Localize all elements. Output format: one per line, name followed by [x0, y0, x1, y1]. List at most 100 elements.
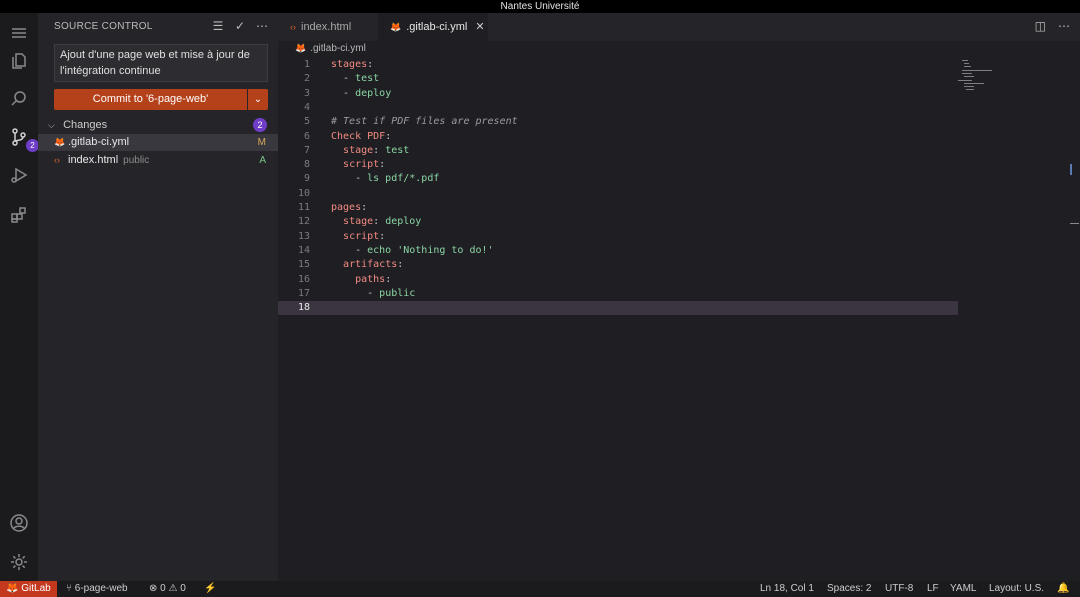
more-actions-icon[interactable]: ⋯: [1058, 19, 1070, 33]
keyboard-layout[interactable]: Layout: U.S.: [989, 581, 1044, 597]
run-debug-icon[interactable]: [7, 163, 31, 187]
panel-actions: ☰ ✓ ⋯: [212, 19, 268, 33]
added-status: A: [259, 155, 266, 166]
indentation[interactable]: Spaces: 2: [827, 581, 871, 597]
explorer-icon[interactable]: [7, 49, 31, 73]
warning-icon: ⚠: [168, 583, 178, 594]
commit-button[interactable]: Commit to '6-page-web': [54, 89, 247, 110]
panel-title: SOURCE CONTROL: [54, 21, 153, 32]
breadcrumb[interactable]: 🦊 .gitlab-ci.yml: [295, 43, 366, 54]
code-line[interactable]: 2 - test: [278, 72, 958, 86]
line-number: 5: [303, 116, 310, 128]
code-line[interactable]: 13 script:: [278, 230, 958, 244]
minimap[interactable]: [958, 58, 1068, 98]
minimap-line: [962, 60, 968, 61]
settings-gear-icon[interactable]: [7, 550, 31, 574]
code-text: paths:: [355, 273, 392, 285]
more-actions-icon[interactable]: ⋯: [256, 19, 268, 33]
code-line[interactable]: 1 stages:: [278, 58, 958, 72]
tab-index-html[interactable]: ‹› index.html: [278, 13, 378, 41]
code-line[interactable]: 6 Check PDF:: [278, 130, 958, 144]
code-line[interactable]: 9 - ls pdf/*.pdf: [278, 172, 958, 186]
close-tab-icon[interactable]: ✕: [475, 21, 484, 33]
code-text: - deploy: [331, 87, 392, 99]
line-number: 9: [303, 173, 310, 185]
error-icon: ⊗: [149, 583, 158, 594]
source-control-panel: SOURCE CONTROL ☰ ✓ ⋯ Ajout d'une page we…: [38, 13, 278, 581]
code-text: artifacts:: [343, 259, 404, 271]
source-control-icon[interactable]: 2: [7, 125, 39, 152]
view-as-list-icon[interactable]: ☰: [212, 19, 224, 33]
language-mode[interactable]: YAML: [950, 581, 977, 597]
code-text: script:: [343, 159, 386, 171]
changes-section-header[interactable]: ⌵ Changes: [48, 118, 268, 132]
code-text: script:: [343, 230, 386, 242]
extensions-icon[interactable]: [7, 203, 31, 227]
ports-icon[interactable]: ⚡: [204, 581, 216, 597]
line-number: 14: [297, 244, 310, 256]
problems-indicator[interactable]: ⊗ 0 ⚠ 0: [149, 581, 186, 597]
line-ending[interactable]: LF: [927, 581, 939, 597]
changed-file-item[interactable]: ‹› index.html public A: [38, 152, 278, 169]
minimap-line: [964, 86, 974, 87]
tab-gitlab-ci-yml[interactable]: 🦊 .gitlab-ci.yml ✕: [378, 13, 488, 41]
changed-file-name: .gitlab-ci.yml: [68, 136, 130, 148]
line-number: 4: [303, 101, 310, 113]
breadcrumb-file: .gitlab-ci.yml: [310, 43, 366, 54]
code-line[interactable]: 3 - deploy: [278, 87, 958, 101]
scrollbar-cursor-indicator: [1070, 223, 1079, 224]
line-number: 11: [297, 202, 310, 213]
error-count: 0: [160, 583, 166, 594]
code-text: stage: test: [343, 144, 410, 156]
line-number: 6: [303, 130, 310, 142]
account-icon[interactable]: [7, 511, 31, 535]
minimap-line: [958, 80, 972, 81]
code-line[interactable]: 18: [278, 301, 958, 316]
minimap-line: [966, 89, 974, 90]
remote-label: GitLab: [21, 583, 51, 594]
minimap-line: [962, 73, 972, 74]
branch-icon: ⑂: [66, 583, 72, 594]
code-line[interactable]: 4: [278, 101, 958, 115]
code-line[interactable]: 10: [278, 187, 958, 201]
line-number: 17: [297, 287, 310, 299]
line-number: 16: [297, 273, 310, 285]
code-text: pages:: [331, 202, 368, 213]
gitlab-file-icon: 🦊: [54, 137, 66, 147]
code-line[interactable]: 7 stage: test: [278, 144, 958, 158]
menu-icon[interactable]: [7, 21, 31, 45]
commit-dropdown-button[interactable]: ⌄: [248, 89, 268, 110]
line-number: 2: [303, 73, 310, 85]
tab-label: index.html: [301, 21, 352, 33]
minimap-line: [964, 83, 984, 84]
commit-message-input[interactable]: Ajout d'une page web et mise à jour de l…: [54, 44, 268, 82]
code-line[interactable]: 15 artifacts:: [278, 258, 958, 272]
split-editor-icon[interactable]: ◫: [1035, 19, 1046, 33]
cursor-position[interactable]: Ln 18, Col 1: [760, 581, 814, 597]
code-line[interactable]: 12 stage: deploy: [278, 215, 958, 229]
status-bar: 🦊 GitLab ⑂ 6-page-web ⊗ 0 ⚠ 0 ⚡ Ln 18, C…: [0, 581, 1080, 597]
modified-status: M: [257, 137, 266, 148]
chevron-down-icon: ⌄: [253, 94, 263, 105]
code-line[interactable]: 17 - public: [278, 287, 958, 301]
gitlab-file-icon: 🦊: [295, 43, 307, 53]
remote-indicator[interactable]: 🦊 GitLab: [0, 581, 57, 597]
code-line[interactable]: 16 paths:: [278, 273, 958, 287]
line-number: 1: [303, 59, 310, 70]
code-line[interactable]: 8 script:: [278, 158, 958, 172]
code-line[interactable]: 11 pages:: [278, 201, 958, 215]
code-line[interactable]: 5 # Test if PDF files are present: [278, 115, 958, 129]
line-number: 18: [297, 302, 310, 314]
html-file-icon: ‹›: [54, 155, 60, 165]
code-line[interactable]: 14 - echo 'Nothing to do!': [278, 244, 958, 258]
changed-file-item[interactable]: 🦊 .gitlab-ci.yml M: [38, 134, 278, 151]
encoding[interactable]: UTF-8: [885, 581, 913, 597]
search-icon[interactable]: [7, 87, 31, 111]
warning-count: 0: [180, 583, 186, 594]
code-text: stages:: [331, 59, 374, 70]
notifications-bell-icon[interactable]: 🔔: [1057, 581, 1069, 597]
minimap-line: [964, 66, 971, 67]
branch-indicator[interactable]: ⑂ 6-page-web: [66, 581, 128, 597]
scrollbar-indicator[interactable]: [1070, 164, 1072, 175]
commit-check-icon[interactable]: ✓: [234, 19, 246, 33]
